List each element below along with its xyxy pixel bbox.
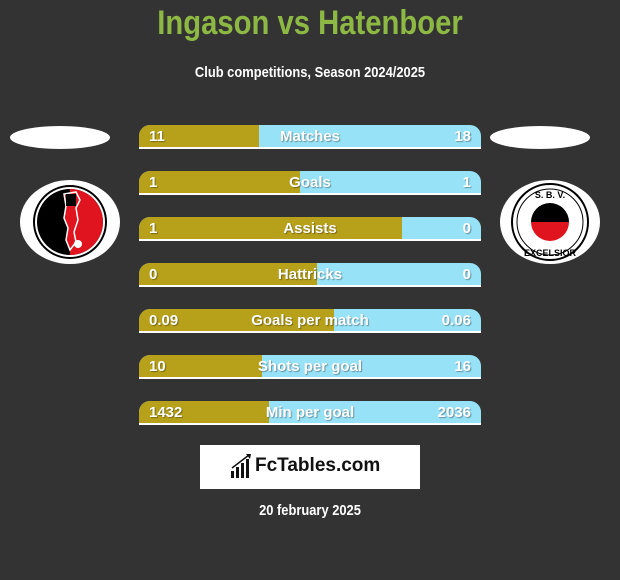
report-date: 20 february 2025 bbox=[259, 502, 361, 519]
right-value: 0 bbox=[462, 220, 471, 237]
left-value: 10 bbox=[149, 358, 166, 375]
left-value: 1 bbox=[149, 174, 158, 191]
left-value: 1432 bbox=[149, 404, 183, 421]
left-club-logo[interactable] bbox=[20, 180, 120, 264]
stat-row-matches: Matches 11 18 bbox=[139, 125, 481, 149]
left-player-name-pill bbox=[10, 126, 110, 149]
season-subtitle: Club competitions, Season 2024/2025 bbox=[194, 64, 426, 81]
stat-row-assists: Assists 1 0 bbox=[139, 217, 481, 241]
right-value: 18 bbox=[454, 128, 471, 145]
stat-row-min-per-goal: Min per goal 1432 2036 bbox=[139, 401, 481, 425]
stat-label: Goals per match bbox=[251, 312, 369, 329]
right-value: 0.06 bbox=[441, 312, 471, 329]
right-value: 0 bbox=[462, 266, 471, 283]
bar-chart-icon bbox=[231, 454, 251, 478]
stat-row-goals: Goals 1 1 bbox=[139, 171, 481, 195]
stat-label: Shots per goal bbox=[257, 358, 363, 375]
right-value: 16 bbox=[454, 358, 471, 375]
stat-label: Matches bbox=[279, 128, 341, 145]
stat-row-goals-per-match: Goals per match 0.09 0.06 bbox=[139, 309, 481, 333]
fctables-brand[interactable]: FcTables.com bbox=[200, 445, 420, 489]
left-value: 11 bbox=[149, 128, 165, 145]
left-value: 0 bbox=[149, 266, 158, 283]
left-value: 0.09 bbox=[149, 312, 179, 329]
stat-row-hattricks: Hattricks 0 0 bbox=[139, 263, 481, 287]
helmond-sport-crest-icon bbox=[33, 185, 107, 259]
stat-label: Hattricks bbox=[277, 266, 343, 283]
page-title: Ingason vs Hatenboer bbox=[157, 4, 463, 42]
left-value: 1 bbox=[149, 220, 158, 237]
stat-label: Min per goal bbox=[265, 404, 355, 421]
right-club-logo[interactable]: S. B. V. EXCELSIOR bbox=[500, 180, 600, 264]
logo-text-top: S. B. V. bbox=[535, 190, 565, 200]
stat-label: Goals bbox=[289, 174, 331, 191]
logo-text-bottom: EXCELSIOR bbox=[524, 248, 577, 258]
excelsior-crest-icon: S. B. V. EXCELSIOR bbox=[511, 183, 589, 261]
right-value: 2036 bbox=[437, 404, 471, 421]
right-player-name-pill bbox=[490, 126, 590, 149]
right-value: 1 bbox=[462, 174, 471, 191]
brand-name: FcTables.com bbox=[255, 455, 381, 476]
stat-row-shots-per-goal: Shots per goal 10 16 bbox=[139, 355, 481, 379]
stat-label: Assists bbox=[283, 220, 337, 237]
